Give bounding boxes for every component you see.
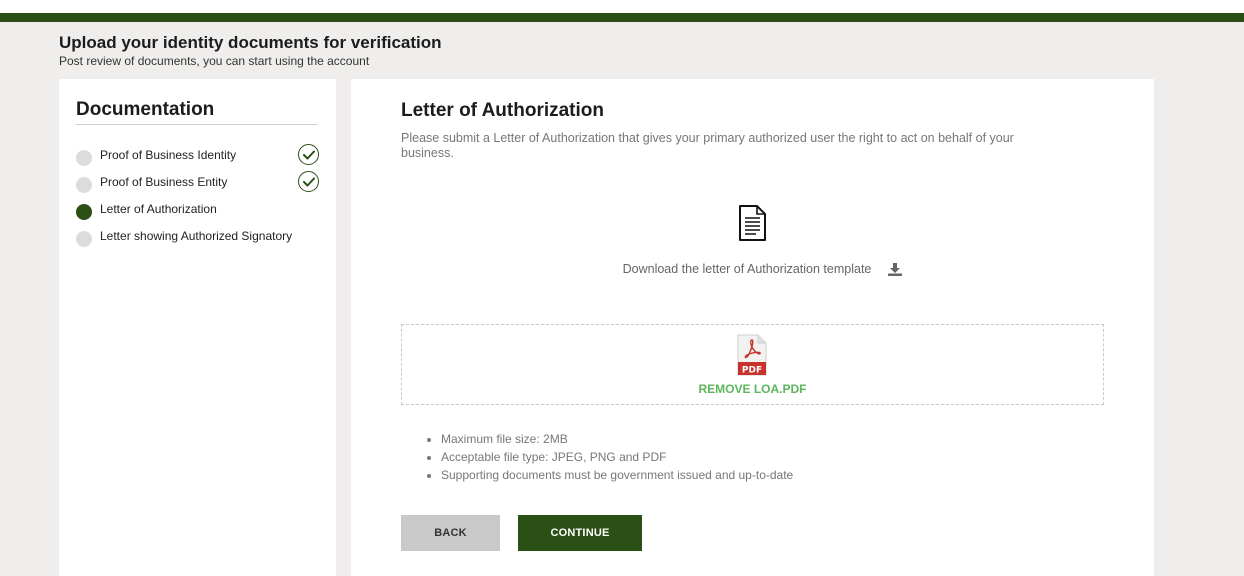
pdf-file-icon: PDF [737,334,767,381]
step-letter-authorized-signatory[interactable]: Letter showing Authorized Signatory [76,222,319,249]
page-header: Upload your identity documents for verif… [59,33,442,69]
download-template-link[interactable]: Download the letter of Authorization tem… [623,262,872,276]
step-letter-of-authorization[interactable]: Letter of Authorization [76,195,319,222]
step-label: Letter showing Authorized Signatory [100,228,293,243]
check-circle-icon [298,144,319,165]
upload-panel: Letter of Authorization Please submit a … [351,79,1154,576]
step-label: Proof of Business Entity [100,174,228,189]
back-button[interactable]: BACK [401,515,500,551]
check-circle-icon [298,171,319,192]
step-proof-of-business-entity[interactable]: Proof of Business Entity [76,168,319,195]
step-indicator [76,230,92,247]
step-label: Letter of Authorization [100,201,217,216]
sidebar-title: Documentation [76,100,318,125]
step-list: Proof of Business Identity Proof of Busi… [76,141,319,249]
remove-file-link[interactable]: REMOVE LOA.PDF [402,382,1103,396]
download-icon[interactable] [888,262,903,276]
step-indicator [76,176,92,193]
section-description: Please submit a Letter of Authorization … [401,131,1014,160]
requirement-item: Acceptable file type: JPEG, PNG and PDF [441,448,793,466]
document-icon [738,205,767,246]
step-proof-of-business-identity[interactable]: Proof of Business Identity [76,141,319,168]
brand-bar [0,13,1244,22]
top-strip [0,0,1244,13]
section-title: Letter of Authorization [401,100,604,121]
pdf-icon-label: PDF [742,366,762,376]
continue-button[interactable]: CONTINUE [518,515,642,551]
step-indicator-active [76,203,92,220]
requirement-item: Supporting documents must be government … [441,466,793,484]
page-subtitle: Post review of documents, you can start … [59,54,370,68]
download-template-row: Download the letter of Authorization tem… [351,262,1154,276]
file-dropzone[interactable]: PDF REMOVE LOA.PDF [401,324,1104,405]
page-title: Upload your identity documents for verif… [59,33,442,52]
upload-requirements: Maximum file size: 2MB Acceptable file t… [441,430,793,484]
requirement-item: Maximum file size: 2MB [441,430,793,448]
step-indicator [76,149,92,166]
step-label: Proof of Business Identity [100,147,237,162]
documentation-sidebar: Documentation Proof of Business Identity… [59,79,336,576]
